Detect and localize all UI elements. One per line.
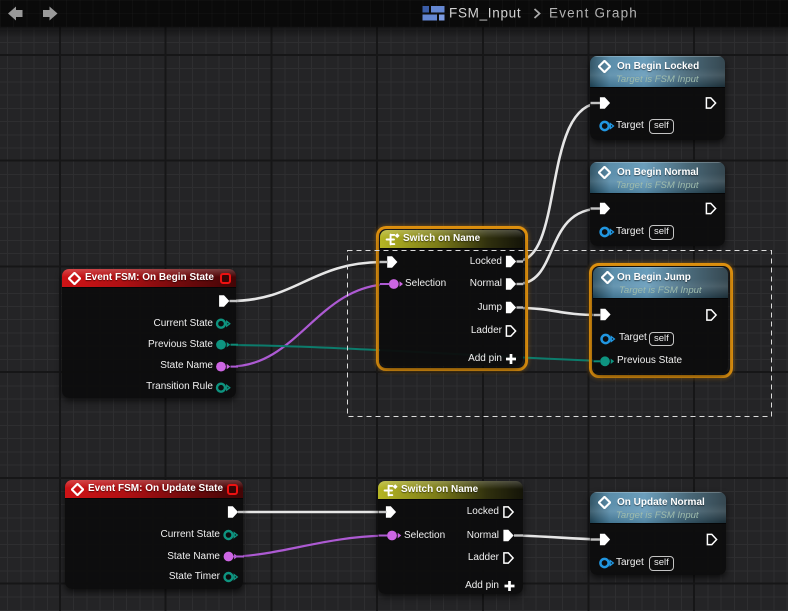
svg-text:FSM_Input: FSM_Input bbox=[449, 6, 521, 21]
svg-text:Event Graph: Event Graph bbox=[549, 6, 638, 21]
